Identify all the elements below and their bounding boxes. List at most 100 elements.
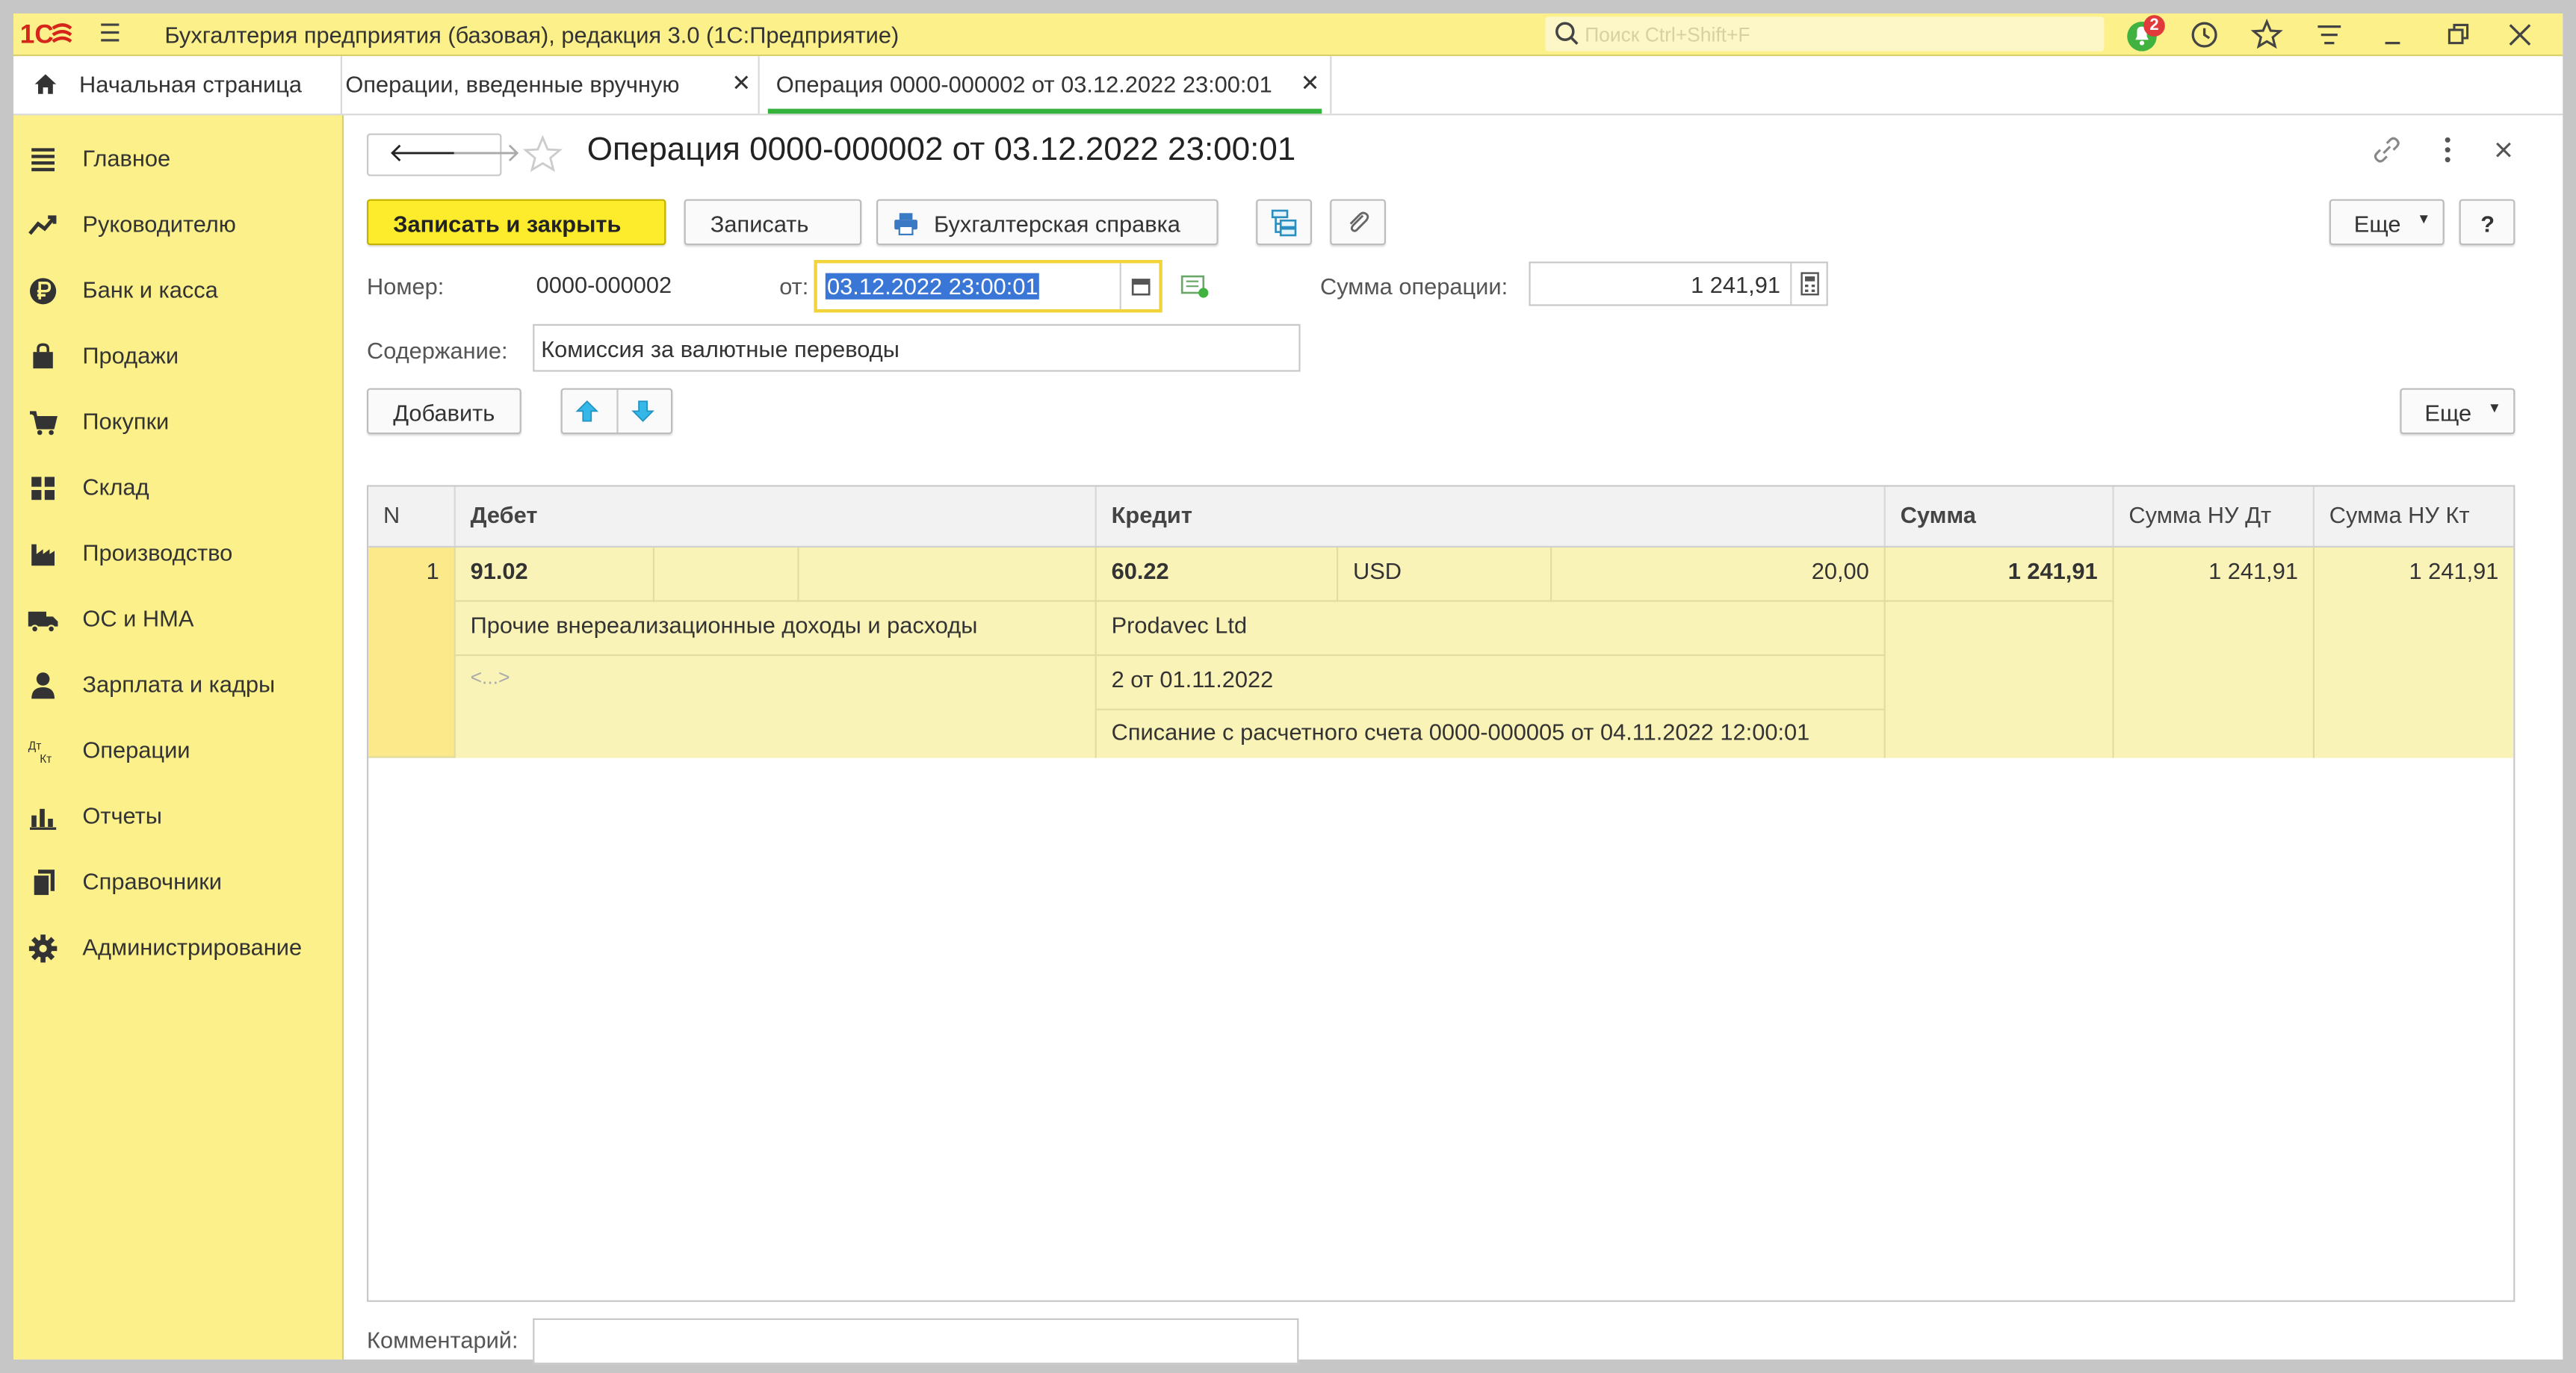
add-row-button[interactable]: Добавить	[367, 388, 521, 435]
favorite-star-icon[interactable]	[521, 134, 564, 176]
date-field[interactable]: 03.12.2022 23:00:01	[814, 260, 1162, 313]
entries-table: N Дебет Кредит Сумма Сумма НУ Дт Сумма Н…	[367, 485, 2515, 1302]
field-divider	[1119, 263, 1121, 309]
column-header-sum-nu-kt[interactable]: Сумма НУ Кт	[2315, 487, 2513, 546]
sidebar-item-label: Операции	[82, 737, 191, 763]
table-header: N Дебет Кредит Сумма Сумма НУ Дт Сумма Н…	[368, 486, 2514, 548]
credit-subconto2-cell[interactable]: 2 от 01.11.2022	[1096, 656, 1886, 710]
sidebar-item-reports[interactable]: Отчеты	[13, 794, 342, 840]
cell-value: 1	[426, 557, 439, 584]
comment-field[interactable]	[533, 1318, 1299, 1365]
column-header-n[interactable]: N	[368, 486, 456, 546]
restore-window-icon[interactable]	[2441, 19, 2474, 52]
document-status-icon[interactable]	[1180, 273, 1210, 300]
dropdown-arrow-icon: ▾	[2419, 211, 2428, 229]
content-field[interactable]: Комиссия за валютные переводы	[533, 323, 1301, 372]
sum-nu-kt-cell[interactable]: 1 241,91	[2315, 548, 2513, 758]
save-and-close-button[interactable]: Записать и закрыть	[367, 199, 666, 246]
close-window-icon[interactable]	[2504, 19, 2536, 52]
bar-chart-icon	[29, 808, 57, 830]
debit-account-cell[interactable]: 91.02	[455, 548, 654, 602]
credit-currency-cell[interactable]: USD	[1338, 548, 1552, 602]
sum-field[interactable]: 1 241,91	[1529, 261, 1828, 306]
more-vertical-icon[interactable]	[2431, 134, 2464, 167]
column-header-label: Сумма	[1900, 501, 1976, 528]
svg-text:1C: 1C	[20, 20, 54, 49]
content-value: Комиссия за валютные переводы	[541, 335, 900, 362]
table-more-button[interactable]: Еще ▾	[2400, 388, 2515, 435]
sidebar-item-manager[interactable]: Руководителю	[13, 202, 342, 249]
active-tab-indicator	[767, 108, 1322, 114]
date-value[interactable]: 03.12.2022 23:00:01	[825, 273, 1040, 300]
svg-text:Кт: Кт	[40, 753, 52, 766]
sidebar: Главное Руководителю Банк и касса Продаж…	[13, 115, 344, 1360]
debit-subconto2-cell[interactable]: <...>	[456, 656, 1097, 758]
sidebar-item-assets[interactable]: ОС и НМА	[13, 597, 342, 643]
sidebar-item-main[interactable]: Главное	[13, 137, 342, 183]
calendar-icon[interactable]	[1130, 275, 1153, 298]
sidebar-item-purchases[interactable]: Покупки	[13, 400, 342, 446]
debit-subconto1-cell[interactable]: Прочие внереализационные доходы и расход…	[455, 601, 1097, 657]
sidebar-item-operations[interactable]: Дт Кт Операции	[13, 728, 342, 775]
back-arrow-icon[interactable]: 🡐	[388, 140, 459, 170]
number-value: 0000-000002	[536, 271, 672, 298]
notifications-badge: 2	[2143, 15, 2165, 37]
search-input[interactable]	[1581, 19, 2081, 50]
cell-value: 1 241,91	[2007, 557, 2098, 584]
sum-cell[interactable]: 1 241,91	[1885, 548, 2114, 602]
column-header-debit[interactable]: Дебет	[456, 486, 1097, 546]
accounting-report-button[interactable]: Бухгалтерская справка	[876, 199, 1219, 246]
field-divider	[1790, 263, 1792, 305]
paperclip-icon	[1349, 211, 1369, 232]
tab-operation[interactable]: Операция 0000-000002 от 03.12.2022 23:00…	[759, 56, 1332, 114]
credit-subconto3-cell[interactable]: Списание с расчетного счета 0000-000005 …	[1097, 710, 1886, 758]
sum-empty-cell	[1886, 601, 2114, 758]
functions-menu-icon[interactable]	[2313, 19, 2346, 52]
calculator-icon[interactable]	[1798, 271, 1821, 296]
tabs-bar: Начальная страница Операции, введенные в…	[13, 56, 2563, 116]
save-button[interactable]: Записать	[684, 199, 862, 246]
attach-file-button[interactable]	[1330, 199, 1386, 246]
sum-nu-dt-cell[interactable]: 1 241,91	[2114, 548, 2315, 758]
history-icon[interactable]	[2188, 19, 2221, 52]
column-header-credit[interactable]: Кредит	[1097, 486, 1886, 546]
credit-currency-amount-cell[interactable]: 20,00	[1552, 548, 1886, 602]
more-actions-button[interactable]: Еще ▾	[2329, 199, 2445, 246]
debit-extra-cell[interactable]	[799, 548, 1097, 602]
sidebar-item-warehouse[interactable]: Склад	[13, 465, 342, 512]
debit-extra-cell[interactable]	[654, 548, 799, 602]
sidebar-item-bank[interactable]: Банк и касса	[13, 268, 342, 314]
column-header-sum[interactable]: Сумма	[1886, 486, 2114, 546]
credit-subconto1-cell[interactable]: Prodavec Ltd	[1096, 601, 1886, 657]
tab-manual-operations[interactable]: Операции, введенные вручную ✕	[342, 56, 760, 114]
forward-arrow-icon[interactable]: 🡒	[451, 140, 521, 170]
search-icon	[1555, 22, 1579, 45]
favorites-star-icon[interactable]	[2250, 19, 2283, 52]
close-tab-icon[interactable]: ✕	[1301, 69, 1320, 97]
minimize-icon[interactable]	[2377, 19, 2410, 52]
number-field[interactable]: 0000-000002	[527, 261, 758, 306]
sidebar-item-admin[interactable]: Администрирование	[13, 926, 342, 972]
table-row[interactable]: 1 91.02 Прочие внереализационные доходы …	[368, 548, 2514, 758]
global-search[interactable]	[1545, 16, 2105, 52]
structure-button[interactable]	[1256, 199, 1312, 246]
1c-logo-icon[interactable]: 1C	[20, 19, 72, 50]
row-number-cell[interactable]: 1	[368, 548, 456, 758]
sidebar-item-production[interactable]: Производство	[13, 531, 342, 577]
main-menu-icon[interactable]: ☰	[99, 22, 121, 46]
notifications-button[interactable]: 2	[2125, 15, 2165, 52]
cell-value: 91.02	[470, 557, 528, 584]
link-icon[interactable]	[2371, 134, 2403, 167]
tab-home[interactable]: Начальная страница	[13, 56, 342, 114]
sidebar-item-salary[interactable]: Зарплата и кадры	[13, 663, 342, 709]
close-tab-icon[interactable]: ✕	[731, 69, 751, 97]
help-button[interactable]: ?	[2459, 199, 2515, 246]
sidebar-item-sales[interactable]: Продажи	[13, 334, 342, 380]
close-form-icon[interactable]	[2487, 134, 2520, 167]
move-up-arrow-icon[interactable]	[574, 398, 600, 424]
gear-icon	[28, 935, 58, 963]
credit-account-cell[interactable]: 60.22	[1096, 548, 1339, 602]
move-down-arrow-icon[interactable]	[630, 398, 656, 424]
sidebar-item-catalogs[interactable]: Справочники	[13, 860, 342, 906]
column-header-sum-nu-dt[interactable]: Сумма НУ Дт	[2114, 486, 2315, 546]
